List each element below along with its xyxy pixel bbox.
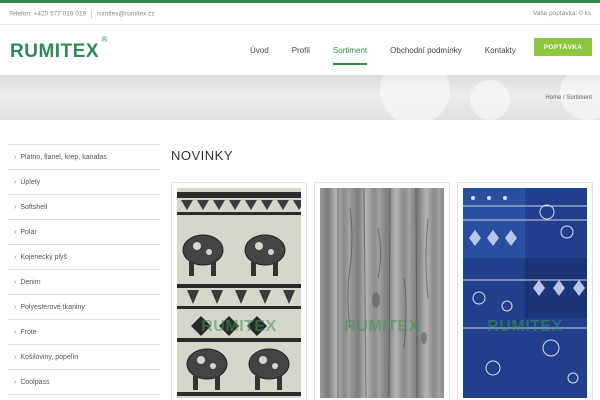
nav-item-profil[interactable]: Profil [292, 25, 310, 75]
chevron-right-icon: › [14, 378, 17, 386]
blue-print-pattern [463, 188, 587, 398]
elephant-pattern [177, 188, 301, 398]
sidebar-item-frote[interactable]: › Frote [8, 320, 160, 345]
chevron-right-icon: › [14, 228, 17, 236]
chevron-right-icon: › [14, 253, 17, 261]
cart-status-link[interactable]: Vaše poptávka: 0 ks [533, 10, 591, 17]
sidebar-item-platno[interactable]: › Plátno, flanel, krep, kanafas [8, 145, 160, 170]
breadcrumb[interactable]: Home / Sortiment [545, 95, 592, 101]
poptavka-button[interactable]: POPTÁVKA [534, 38, 592, 56]
sidebar-item-label: Coolpass [20, 378, 50, 386]
chevron-right-icon: › [14, 353, 17, 361]
sidebar-item-label: Kojenecký plyš [20, 253, 68, 261]
main-nav: Úvod Profil Sortiment Obchodní podmínky … [250, 25, 539, 75]
sidebar-item-label: Košiloviny, popelín [20, 353, 79, 361]
rumitex-watermark: RUMITEX [344, 318, 420, 335]
product-card[interactable]: RUMITEX [457, 182, 593, 400]
phone-text: Telefon: +420 577 019 019 [9, 10, 87, 18]
nav-item-uvod[interactable]: Úvod [250, 25, 269, 75]
sidebar-item-polar[interactable]: › Polar [8, 220, 160, 245]
rumitex-watermark: RUMITEX [487, 318, 563, 335]
sidebar-item-polyesterove-tkaniny[interactable]: › Polyesterové tkaniny [8, 295, 160, 320]
sidebar-item-label: Polar [20, 228, 37, 236]
sidebar-item-coolpass[interactable]: › Coolpass [8, 370, 160, 395]
sidebar-item-kosiloviny[interactable]: › Košiloviny, popelín [8, 345, 160, 370]
chevron-right-icon: › [14, 303, 17, 311]
main-content: NOVINKY RUMITEX RUMITEX RUMITEX [171, 144, 600, 400]
chevron-right-icon: › [14, 328, 17, 336]
sidebar-item-label: Plátno, flanel, krep, kanafas [20, 153, 107, 161]
nav-item-obchodni-podminky[interactable]: Obchodní podmínky [390, 25, 462, 75]
header: RUMITEX ® Úvod Profil Sortiment Obchodní … [0, 25, 600, 75]
banner-decoration [380, 75, 450, 120]
sidebar-item-label: Softshell [20, 203, 48, 211]
product-card[interactable]: RUMITEX [314, 182, 450, 400]
product-image-elephant-fabric[interactable]: RUMITEX [177, 188, 301, 398]
registered-mark: ® [101, 35, 108, 44]
nav-item-sortiment[interactable]: Sortiment [332, 25, 368, 75]
wood-grain-pattern [337, 188, 429, 398]
chevron-right-icon: › [14, 153, 17, 161]
email-link[interactable]: rumitex@rumitex.cz [97, 10, 155, 17]
logo[interactable]: RUMITEX ® [10, 35, 107, 63]
product-image-wood-fabric[interactable]: RUMITEX [320, 188, 444, 398]
sidebar-item-label: Úplety [20, 178, 41, 186]
section-title: NOVINKY [171, 148, 234, 163]
nav-item-kontakty[interactable]: Kontakty [485, 25, 516, 75]
sidebar-item-denim[interactable]: › Denim [8, 270, 160, 295]
top-bar: Telefon: +420 577 019 019 rumitex@rumitex… [0, 3, 600, 25]
divider [91, 9, 93, 18]
banner-decoration [470, 80, 510, 120]
product-grid: RUMITEX RUMITEX RUMITEX [171, 182, 600, 400]
page-banner: Home / Sortiment [0, 75, 600, 120]
chevron-right-icon: › [14, 178, 17, 186]
content-area: › Plátno, flanel, krep, kanafas › Úplety ›… [0, 120, 600, 400]
sidebar-item-uplety[interactable]: › Úplety [8, 170, 160, 195]
category-sidebar: › Plátno, flanel, krep, kanafas › Úplety ›… [8, 144, 160, 400]
product-card[interactable]: RUMITEX [171, 182, 307, 400]
sidebar-item-label: Denim [20, 278, 41, 286]
product-image-blue-pattern-fabric[interactable]: RUMITEX [463, 188, 587, 398]
chevron-right-icon: › [14, 278, 17, 286]
logo-text: RUMITEX [10, 41, 99, 62]
sidebar-item-kojenecky-plys[interactable]: › Kojenecký plyš [8, 245, 160, 270]
chevron-right-icon: › [14, 203, 17, 211]
sidebar-item-label: Frote [20, 328, 37, 336]
sidebar-item-softshell[interactable]: › Softshell [8, 195, 160, 220]
sidebar-item-label: Polyesterové tkaniny [20, 303, 85, 311]
contact-info: Telefon: +420 577 019 019 rumitex@rumitex… [9, 9, 155, 18]
rumitex-watermark: RUMITEX [201, 318, 277, 335]
